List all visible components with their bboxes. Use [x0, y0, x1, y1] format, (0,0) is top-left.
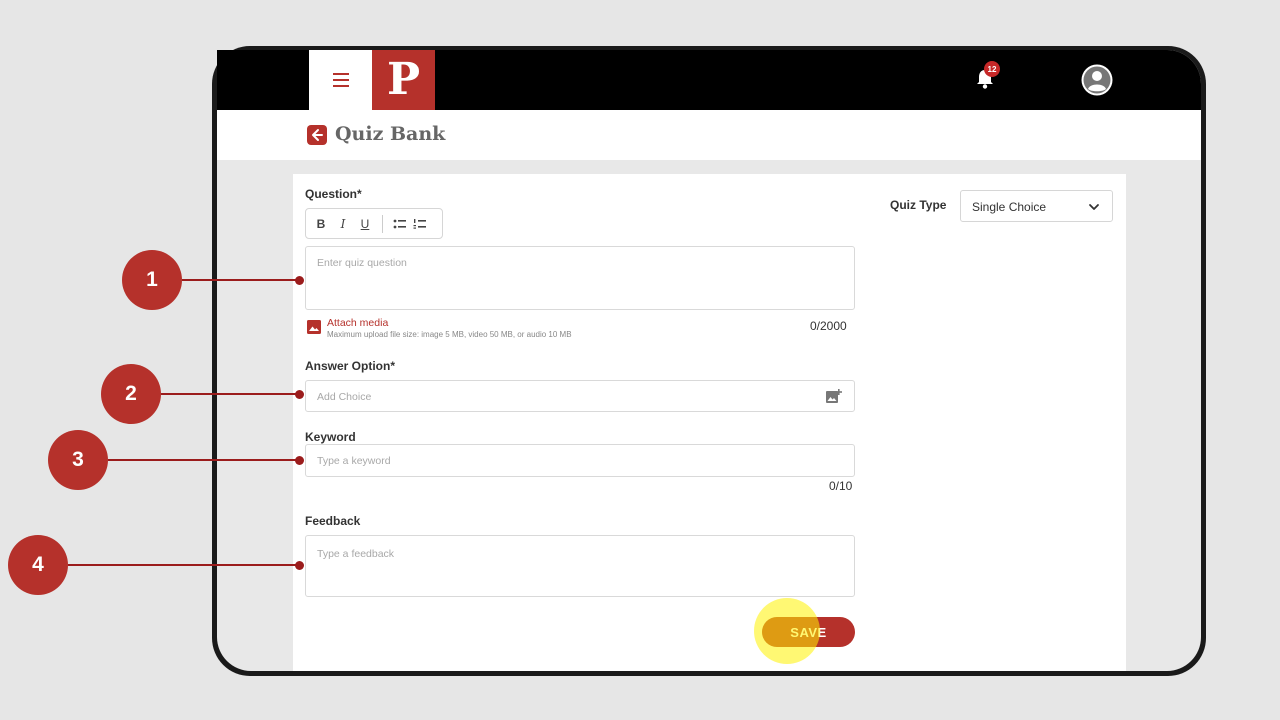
- app-screen: P 12 Quiz Bank Question* B I U Enter qui…: [217, 50, 1201, 671]
- image-icon[interactable]: [307, 320, 321, 334]
- underline-button[interactable]: U: [360, 217, 370, 231]
- chevron-down-icon: [1089, 204, 1099, 210]
- callout-badge: 1: [122, 250, 182, 310]
- question-placeholder: Enter quiz question: [317, 257, 407, 269]
- notification-badge: 12: [984, 61, 1000, 77]
- user-avatar-icon[interactable]: [1081, 64, 1113, 96]
- attach-media-link[interactable]: Attach media: [327, 317, 388, 329]
- callout-anchor-dot: [295, 561, 304, 570]
- answer-option-label: Answer Option*: [305, 359, 396, 373]
- top-navbar: P 12: [217, 50, 1201, 110]
- add-choice-input[interactable]: Add Choice: [305, 380, 855, 412]
- feedback-textarea[interactable]: Type a feedback: [305, 535, 855, 597]
- add-choice-placeholder: Add Choice: [317, 391, 372, 403]
- keyword-label: Keyword: [305, 430, 356, 444]
- question-textarea[interactable]: Enter quiz question: [305, 246, 855, 310]
- callout-leader-line: [182, 279, 300, 281]
- page-header: Quiz Bank: [217, 110, 1201, 160]
- callout-badge: 2: [101, 364, 161, 424]
- callout-leader-line: [161, 393, 300, 395]
- quiz-type-value: Single Choice: [972, 200, 1047, 214]
- callout-leader-line: [68, 564, 300, 566]
- add-image-icon[interactable]: [826, 389, 842, 404]
- bold-button[interactable]: B: [316, 217, 326, 231]
- quiz-type-label: Quiz Type: [890, 198, 947, 212]
- callout-anchor-dot: [295, 456, 304, 465]
- hamburger-menu-button[interactable]: [309, 50, 372, 110]
- italic-button[interactable]: I: [338, 217, 348, 231]
- callout-leader-line: [108, 459, 300, 461]
- question-label: Question*: [305, 187, 362, 201]
- callout-anchor-dot: [295, 276, 304, 285]
- back-arrow-icon[interactable]: [307, 125, 327, 145]
- quiz-type-select[interactable]: Single Choice: [960, 190, 1113, 222]
- feedback-label: Feedback: [305, 514, 361, 528]
- tap-highlight: [754, 598, 820, 664]
- callout-badge: 3: [48, 430, 108, 490]
- bullet-list-icon[interactable]: [393, 218, 407, 230]
- app-logo[interactable]: P: [372, 50, 435, 110]
- toolbar-divider: [382, 214, 383, 233]
- numbered-list-icon[interactable]: [413, 218, 427, 230]
- quiz-form-card: Question* B I U Enter quiz question Atta…: [293, 174, 1126, 671]
- keyword-char-counter: 0/10: [829, 479, 853, 493]
- question-char-counter: 0/2000: [810, 319, 847, 333]
- feedback-placeholder: Type a feedback: [317, 548, 395, 560]
- callout-anchor-dot: [295, 390, 304, 399]
- keyword-placeholder: Type a keyword: [317, 455, 391, 467]
- keyword-input[interactable]: Type a keyword: [305, 444, 855, 477]
- menu-icon: [332, 73, 349, 87]
- logo-letter: P: [386, 54, 421, 105]
- callout-badge: 4: [8, 535, 68, 595]
- upload-size-hint: Maximum upload file size: image 5 MB, vi…: [327, 330, 572, 339]
- text-format-toolbar: B I U: [305, 208, 443, 239]
- page-title: Quiz Bank: [335, 123, 446, 145]
